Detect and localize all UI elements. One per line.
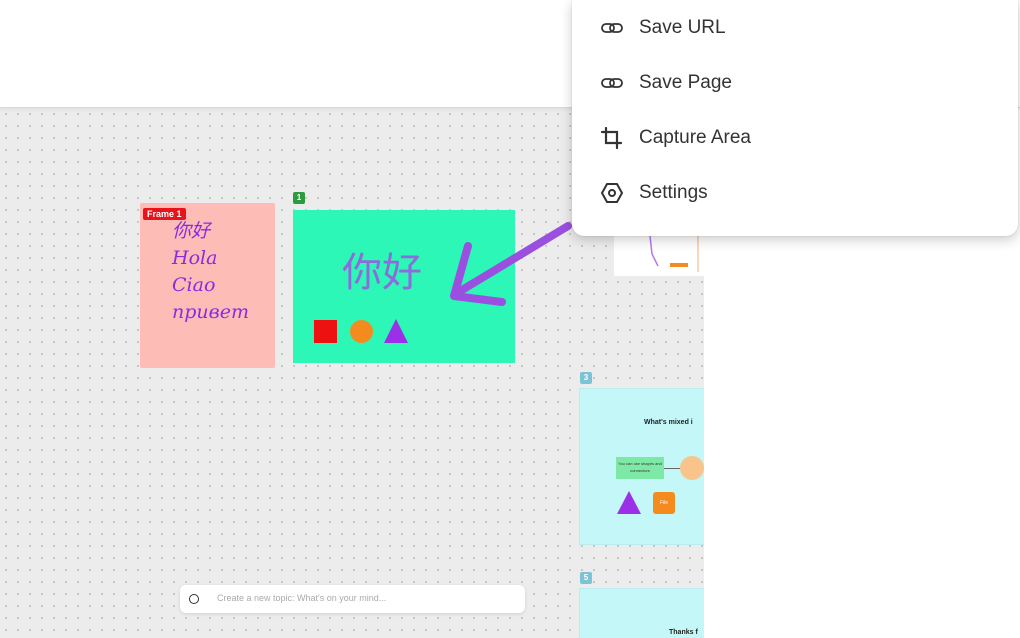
- handwritten-greetings[interactable]: 你好 Hola Ciao привет: [172, 218, 249, 326]
- extension-dropdown-menu: Save URL Save Page Capture Area Settings: [572, 0, 1018, 236]
- topic-placeholder: Create a new topic: What's on your mind.…: [217, 593, 387, 603]
- thumbnail-badge-3: 3: [580, 372, 592, 384]
- thumbnail-badge-5: 5: [580, 572, 592, 584]
- link-icon: [601, 23, 623, 33]
- orange-circle-shape[interactable]: [350, 320, 373, 343]
- greeting-italian: Ciao: [172, 274, 216, 296]
- purple-arrow-drawing[interactable]: [440, 218, 580, 318]
- red-square-shape[interactable]: [314, 320, 337, 343]
- thumbnail-2-partial[interactable]: [614, 235, 704, 276]
- frame-badge-1: 1: [293, 192, 305, 204]
- thumbnail-2-preview: [649, 235, 699, 272]
- thumbnail-5-title: Thanks f: [669, 629, 698, 636]
- purple-triangle-shape[interactable]: [384, 319, 408, 343]
- topic-circle-icon: [189, 594, 199, 604]
- menu-item-settings[interactable]: Settings: [572, 171, 1018, 215]
- thumbnail-3[interactable]: What's mixed i You can use shapes and co…: [579, 388, 704, 545]
- menu-item-capture-area[interactable]: Capture Area: [572, 116, 1018, 160]
- new-topic-input[interactable]: Create a new topic: What's on your mind.…: [180, 585, 525, 613]
- greeting-russian: привет: [172, 301, 249, 323]
- greeting-chinese: 你好: [172, 220, 211, 242]
- menu-item-label: Capture Area: [639, 127, 751, 148]
- thumbnail-3-title: What's mixed i: [644, 419, 693, 426]
- menu-item-save-page[interactable]: Save Page: [572, 61, 1018, 105]
- menu-item-save-url[interactable]: Save URL: [572, 6, 1018, 50]
- thumbnail-3-triangle: [617, 491, 641, 514]
- hexagon-settings-icon: [601, 183, 623, 203]
- thumbnail-5[interactable]: Thanks f: [579, 588, 704, 638]
- link-icon: [601, 78, 623, 88]
- green-frame-handwriting[interactable]: 你好: [342, 240, 422, 298]
- thumbnail-3-cylinder: File: [653, 492, 675, 514]
- menu-item-label: Settings: [639, 182, 708, 203]
- menu-item-label: Save URL: [639, 17, 726, 38]
- thumbnail-3-connector: [664, 468, 680, 469]
- thumbnail-3-note: You can use shapes and connectors: [616, 457, 664, 479]
- greeting-spanish: Hola: [172, 247, 218, 269]
- menu-item-label: Save Page: [639, 72, 732, 93]
- thumbnail-3-circle: [680, 456, 704, 480]
- crop-icon: [600, 127, 623, 149]
